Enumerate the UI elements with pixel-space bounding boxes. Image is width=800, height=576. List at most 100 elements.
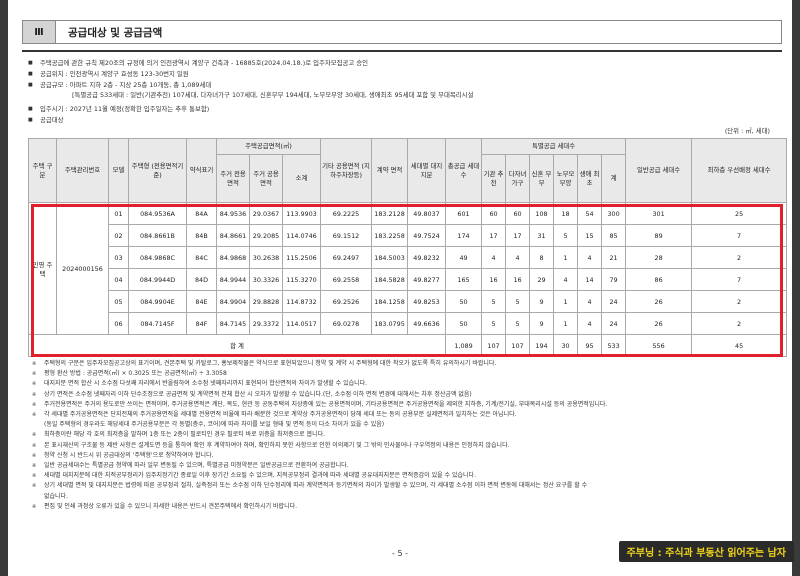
cell-elder: 18 bbox=[553, 202, 579, 225]
notes-list: ※ 주택형의 구분은 입주자모집공고상의 표기이며, 견본주택 및 카탈로그, 홍… bbox=[32, 359, 788, 512]
cell-contract: 183.2258 bbox=[371, 224, 409, 247]
cell-other: 69.0278 bbox=[320, 312, 373, 335]
square-bullet-icon: ※ bbox=[32, 483, 37, 490]
cell-land: 49.8232 bbox=[407, 246, 447, 269]
cell-subtotal: 114.0746 bbox=[281, 224, 322, 247]
cell-sum: 21 bbox=[601, 246, 627, 269]
cell-newlywed: 31 bbox=[529, 224, 555, 247]
cell-inst: 60 bbox=[481, 202, 507, 225]
square-bullet-icon: ■ bbox=[28, 81, 33, 88]
header-common-area: 주거 공용면적 bbox=[249, 154, 283, 203]
cell-type: 084.8661B bbox=[128, 224, 187, 247]
note-item: ※ 일반 공급세대수는 특별공급 청약에 따라 일부 변동될 수 있으며, 특별공… bbox=[32, 461, 788, 471]
header-model: 모델 bbox=[108, 138, 129, 203]
section-divider bbox=[22, 50, 782, 52]
cell-short: 84F bbox=[186, 312, 217, 335]
cell-newlywed: 29 bbox=[529, 268, 555, 291]
total-label: 합 계 bbox=[27, 334, 447, 357]
table-row: 민영 주택 2024000156 01 084.9536A 84A 84.953… bbox=[28, 202, 788, 335]
cell-newlywed: 108 bbox=[529, 202, 555, 225]
supply-info: ■ 주택공급에 관한 규칙 제20조의 규정에 의거 인천광역시 계양구 건축과 … bbox=[28, 58, 788, 126]
cell-contract: 184.1258 bbox=[371, 290, 409, 313]
table-row: 05 084.9904E 84E 84.9904 29.8828 114.873… bbox=[29, 290, 788, 313]
square-bullet-icon: ※ bbox=[32, 432, 37, 439]
cell-common: 29.8828 bbox=[249, 290, 283, 313]
cell-lowest: 2 bbox=[691, 246, 788, 269]
cell-sum: 79 bbox=[601, 268, 627, 291]
cell-elder: 5 bbox=[553, 224, 579, 247]
cell-common: 30.3326 bbox=[249, 268, 283, 291]
housing-type-cell: 민영 주택 bbox=[28, 202, 57, 335]
cell-general: 301 bbox=[625, 202, 693, 225]
total-row: 합 계 1,089 107 107 194 30 95 533 556 45 bbox=[27, 334, 788, 357]
header-sum: 계 bbox=[601, 154, 627, 203]
header-housing-type: 주택 구분 bbox=[28, 138, 57, 203]
cell-common: 29.3372 bbox=[249, 312, 283, 335]
cell-contract: 183.0795 bbox=[371, 312, 409, 335]
cell-common: 29.2085 bbox=[249, 224, 283, 247]
cell-newlywed: 9 bbox=[529, 290, 555, 313]
note-continuation: 없습니다. bbox=[44, 492, 68, 500]
header-type: 주택형 (전용면적기준) bbox=[128, 138, 187, 203]
cell-inst: 16 bbox=[481, 268, 507, 291]
cell-land: 49.8253 bbox=[407, 290, 447, 313]
cell-total: 601 bbox=[445, 202, 483, 225]
cell-total: 50 bbox=[445, 290, 483, 313]
info-line: ■ 주택공급에 관한 규칙 제20조의 규정에 의거 인천광역시 계양구 건축과 … bbox=[28, 59, 369, 67]
square-bullet-icon: ※ bbox=[32, 463, 37, 470]
cell-short: 84D bbox=[186, 268, 217, 291]
cell-inst: 107 bbox=[481, 334, 507, 357]
cell-land: 49.7524 bbox=[407, 224, 447, 247]
cell-elder: 30 bbox=[553, 334, 579, 357]
cell-type: 084.9904E bbox=[128, 290, 187, 313]
note-item: ※ 편집 및 인쇄 과정상 오류가 있을 수 있으니 자세한 내용은 반드시 견본… bbox=[32, 502, 788, 512]
cell-excl: 84.9904 bbox=[216, 290, 250, 313]
cell-subtotal: 115.2506 bbox=[281, 246, 322, 269]
square-bullet-icon: ■ bbox=[28, 106, 33, 113]
cell-multi: 17 bbox=[505, 224, 531, 247]
cell-model: 03 bbox=[108, 246, 129, 269]
cell-multi: 60 bbox=[505, 202, 531, 225]
mgmt-no-cell: 2024000156 bbox=[56, 202, 109, 335]
square-bullet-icon: ※ bbox=[32, 452, 37, 459]
cell-multi: 4 bbox=[505, 246, 531, 269]
cell-elder: 1 bbox=[553, 312, 579, 335]
cell-excl: 84.9944 bbox=[216, 268, 250, 291]
cell-subtotal: 114.8732 bbox=[281, 290, 322, 313]
section-title: 공급대상 및 공급금액 bbox=[56, 20, 782, 44]
cell-model: 06 bbox=[108, 312, 129, 335]
cell-first: 95 bbox=[577, 334, 603, 357]
cell-first: 4 bbox=[577, 246, 603, 269]
header-other-common: 기타 공용면적 (지하주차장등) bbox=[320, 138, 373, 203]
info-line: [특별공급 533세대 : 일반(기관추천) 107세대, 다자녀가구 107세… bbox=[72, 91, 474, 100]
square-bullet-icon: ■ bbox=[28, 116, 33, 123]
cell-type: 084.9868C bbox=[128, 246, 187, 269]
cell-excl: 84.9536 bbox=[216, 202, 250, 225]
info-line: ■ 공급규모 : 아파트 지하 2층 - 지상 25층 10개동, 총 1,089… bbox=[28, 80, 212, 89]
cell-short: 84A bbox=[186, 202, 217, 225]
unit-label: (단위 : ㎡, 세대) bbox=[724, 127, 770, 135]
cell-lowest: 25 bbox=[691, 202, 788, 225]
cell-other: 69.1512 bbox=[320, 224, 373, 247]
square-bullet-icon: ※ bbox=[32, 412, 37, 419]
cell-newlywed: 194 bbox=[529, 334, 555, 357]
info-line: ■ 공급위치 : 인천광역시 계양구 효성동 123-30번지 일원 bbox=[28, 69, 189, 78]
info-line: ■ 입주시기 : 2027년 11월 예정(정확한 입주일자는 추후 통보함) bbox=[28, 105, 210, 114]
cell-total: 50 bbox=[445, 312, 483, 335]
cell-multi: 107 bbox=[505, 334, 531, 357]
cell-contract: 184.5003 bbox=[371, 246, 409, 269]
cell-newlywed: 8 bbox=[529, 246, 555, 269]
cell-common: 29.0367 bbox=[249, 202, 283, 225]
cell-inst: 17 bbox=[481, 224, 507, 247]
square-bullet-icon: ※ bbox=[32, 391, 37, 398]
square-bullet-icon: ※ bbox=[32, 473, 37, 480]
table-row: 02 084.8661B 84B 84.8661 29.2085 114.074… bbox=[29, 224, 788, 247]
note-item: ※ 주거전용면적은 주거의 용도로만 쓰이는 면적이며, 주거공용면적은 계단, … bbox=[32, 400, 788, 410]
cell-land: 49.8277 bbox=[407, 268, 447, 291]
cell-sum: 300 bbox=[601, 202, 627, 225]
cell-inst: 5 bbox=[481, 290, 507, 313]
square-bullet-icon: ※ bbox=[32, 503, 37, 510]
cell-type: 084.9536A bbox=[128, 202, 187, 225]
cell-short: 84B bbox=[186, 224, 217, 247]
header-special-supply: 특별공급 세대수 bbox=[481, 138, 627, 155]
